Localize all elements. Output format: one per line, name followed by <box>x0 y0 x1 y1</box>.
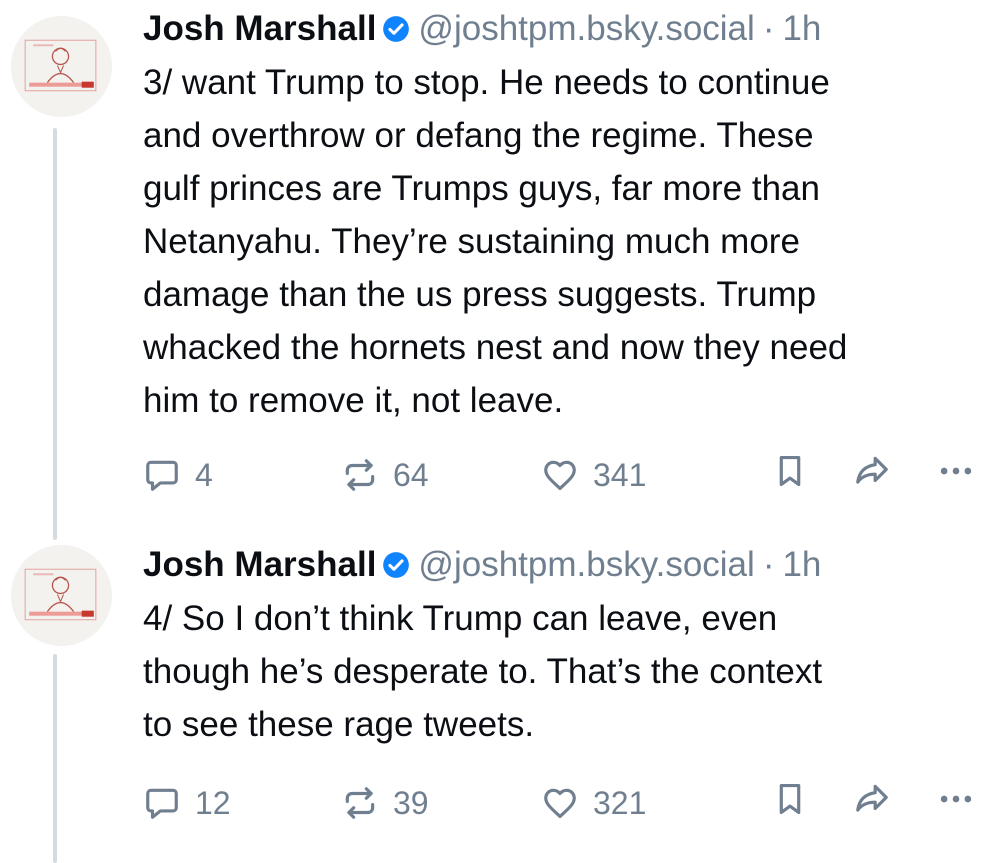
more-icon <box>940 795 972 803</box>
post-content: Josh Marshall @joshtpm.bsky.social · 1h … <box>143 6 993 427</box>
post-text: 3/ want Trump to stop. He needs to conti… <box>143 63 848 420</box>
reply-button[interactable]: 12 <box>143 780 231 826</box>
thread-line <box>53 128 57 540</box>
share-button[interactable] <box>853 452 891 490</box>
post-header: Josh Marshall @joshtpm.bsky.social · 1h <box>143 6 993 52</box>
thread-line <box>53 654 57 863</box>
heart-icon <box>544 788 576 819</box>
repost-button[interactable]: 39 <box>341 780 429 826</box>
avatar-cartoon-icon <box>11 545 112 646</box>
post-content: Josh Marshall @joshtpm.bsky.social · 1h … <box>143 542 993 751</box>
verified-badge-icon[interactable] <box>382 551 410 579</box>
reply-count: 4 <box>195 457 213 493</box>
bookmark-icon <box>779 455 801 487</box>
bookmark-button[interactable] <box>771 780 809 818</box>
author-handle[interactable]: @joshtpm.bsky.social <box>418 6 754 52</box>
post-item[interactable]: Josh Marshall @joshtpm.bsky.social · 1h … <box>0 540 1007 863</box>
share-button[interactable] <box>853 780 891 818</box>
post-item[interactable]: Josh Marshall @joshtpm.bsky.social · 1h … <box>0 0 1007 540</box>
more-options-button[interactable] <box>937 452 975 490</box>
post-timestamp[interactable]: 1h <box>782 542 821 588</box>
heart-icon <box>544 460 576 491</box>
like-count: 341 <box>593 457 647 493</box>
avatar-cartoon-icon <box>11 16 112 117</box>
more-options-button[interactable] <box>937 780 975 818</box>
like-button[interactable]: 341 <box>541 452 646 498</box>
reply-count: 12 <box>195 785 231 821</box>
post-timestamp[interactable]: 1h <box>782 6 821 52</box>
reply-icon <box>146 788 178 819</box>
verified-badge-icon[interactable] <box>382 15 410 43</box>
like-button[interactable]: 321 <box>541 780 646 826</box>
author-name[interactable]: Josh Marshall <box>143 6 376 52</box>
author-name[interactable]: Josh Marshall <box>143 542 376 588</box>
repost-count: 64 <box>393 457 429 493</box>
avatar[interactable] <box>11 16 112 117</box>
post-actions: 12 39 321 <box>143 780 993 826</box>
author-handle[interactable]: @joshtpm.bsky.social <box>418 542 754 588</box>
repost-icon <box>345 787 375 819</box>
avatar[interactable] <box>11 545 112 646</box>
reply-button[interactable]: 4 <box>143 452 213 498</box>
more-icon <box>940 467 972 475</box>
post-actions: 4 64 341 <box>143 452 993 498</box>
share-icon <box>856 456 888 484</box>
header-separator: · <box>762 545 775 584</box>
repost-icon <box>345 459 375 491</box>
header-separator: · <box>762 9 775 48</box>
share-icon <box>856 784 888 812</box>
post-text: 4/ So I don’t think Trump can leave, eve… <box>143 599 823 744</box>
bookmark-button[interactable] <box>771 452 809 490</box>
repost-count: 39 <box>393 785 429 821</box>
reply-icon <box>146 460 178 491</box>
like-count: 321 <box>593 785 647 821</box>
bookmark-icon <box>779 783 801 815</box>
repost-button[interactable]: 64 <box>341 452 429 498</box>
post-header: Josh Marshall @joshtpm.bsky.social · 1h <box>143 542 993 588</box>
